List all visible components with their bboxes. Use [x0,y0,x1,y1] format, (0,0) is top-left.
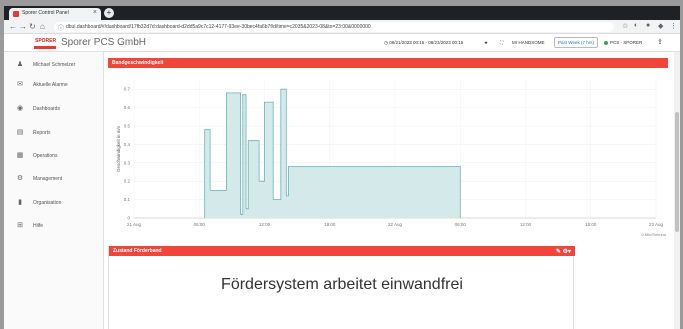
status-panel: Zustand Förderband ✎ ⚙▾ Fördersystem arb… [108,246,575,329]
y-tick-label: 0.2 [124,179,131,184]
star-icon[interactable]: ☆ [622,22,628,30]
x-tick-label: 06:00 [194,222,206,227]
menu-icon[interactable]: ⋮ [670,22,677,30]
new-tab-button[interactable]: + [104,8,114,18]
x-tick-label: 22 Aug [388,222,403,227]
y-tick-label: 0.5 [124,124,131,129]
sidebar-item-help[interactable]: ⊞ Hilfe [4,219,104,233]
status-indicator[interactable]: PCS · SPORER [604,40,642,45]
browser-tab[interactable]: Sporer Control Panel × [9,8,101,20]
speed-panel: Bandgeschwindigkeit 0 0.1 0.2 0.3 0.4 0.5 0.6 0… [108,58,668,242]
address-bar[interactable]: ⓘ dbui.dashboard/#/dashboard/17fb32d7d:d… [54,22,614,32]
y-tick-label: 0.1 [124,197,131,202]
megaphone-icon: ✉ [17,81,23,88]
speed-panel-title: Bandgeschwindigkeit [108,58,668,68]
url-text: dbui.dashboard/#/dashboard/17fb32d7d:das… [66,24,371,30]
sidebar-item-operations[interactable]: ▦ Operations [4,149,104,163]
tab-title: Sporer Control Panel [22,10,69,16]
y-axis-label: Geschwindigkeit in m/s [116,125,121,172]
palette-icon: ◉ [16,105,24,112]
sidebar-user[interactable]: ♟ Michael Schmelzer [4,58,104,72]
browser-toolbar: ← → ↻ ⌂ ⓘ dbui.dashboard/#/dashboard/17f… [4,20,680,34]
company-name: Sporer PCS GmbH [61,37,147,48]
browser-window: Sporer Control Panel × + ← → ↻ ⌂ ⓘ dbui.… [4,6,680,329]
favorite-icon[interactable]: ★ [484,40,488,46]
building-icon: ▮ [18,199,22,206]
y-tick-label: 0.7 [124,87,131,92]
x-tick-label: 23 Aug [649,222,664,227]
date-range[interactable]: ◷ 08/21/2023 00:15 - 08/23/2023 00:15 [384,40,463,46]
reload-icon[interactable]: ↻ [29,22,36,31]
sidebar-item-alarms[interactable]: ✉ Aktuelle Alarme [4,78,104,92]
fullscreen-icon[interactable]: ⛶ [500,40,503,45]
x-tick-label: 18:00 [585,222,597,227]
page-scrollbar[interactable] [674,52,680,329]
sidebar-item-reports[interactable]: ▤ Reports [4,126,104,140]
report-icon: ▤ [16,129,24,136]
info-icon[interactable]: ⓘ [58,23,64,32]
sidebar-item-management[interactable]: ⚙ Management [4,172,104,186]
sidebar-item-organisation[interactable]: ▮ Organisation [4,196,104,210]
x-tick-label: 18:00 [324,222,336,227]
user-menu[interactable]: Mr HANDSOME [512,40,545,45]
favicon-icon [13,11,19,17]
y-tick-label: 0.3 [124,160,131,165]
chart-footer-label: 0 Min/Sekund [642,232,666,237]
tab-close-icon[interactable]: × [93,9,97,16]
shield-icon[interactable]: ◆ [658,22,663,30]
user-icon: ♟ [16,61,24,68]
home-icon[interactable]: ⌂ [40,22,45,31]
back-icon[interactable]: ← [9,22,17,31]
x-tick-label: 21 Aug [127,222,142,227]
speed-chart: 0 0.1 0.2 0.3 0.4 0.5 0.6 0.7 21 Aug 06:00 12:00 18… [116,80,666,237]
extension-icon[interactable]: ◐ [634,22,638,29]
plus-box-icon: ⊞ [17,222,23,229]
sidebar: ♟ Michael Schmelzer ✉ Aktuelle Alarme ◉ … [4,52,104,329]
status-message: Fördersystem arbeitet einwandfrei [221,276,463,293]
time-range-tab[interactable]: Past Week (7 hrs) [554,37,598,48]
x-tick-label: 06:00 [455,222,467,227]
x-tick-label: 12:00 [259,222,271,227]
forward-icon[interactable]: → [19,22,27,31]
status-panel-title: Zustand Förderband ✎ ⚙▾ [109,246,575,256]
main-content: Bandgeschwindigkeit 0 0.1 0.2 0.3 0.4 0.5 0.6 0… [104,52,680,329]
x-tick-label: 12:00 [520,222,532,227]
y-tick-label: 0.6 [124,105,131,110]
app-header: SPORER Sporer PCS GmbH ◷ 08/21/2023 00:1… [4,34,680,52]
profile-icon[interactable]: ● [646,22,650,29]
y-tick-label: 0 [127,216,130,221]
scrollbar-thumb[interactable] [675,112,679,232]
gears-icon: ⚙ [16,175,24,182]
status-dot-icon [604,40,608,45]
company-logo: SPORER [34,38,56,49]
tab-strip: Sporer Control Panel × + [4,6,680,20]
settings-icon[interactable]: ⚙▾ [563,249,571,255]
sidebar-item-dashboards[interactable]: ◉ Dashboards [4,102,104,116]
operations-icon: ▦ [16,152,24,159]
upload-icon[interactable]: ⇪ [657,38,663,46]
y-tick-label: 0.4 [124,142,131,147]
edit-icon[interactable]: ✎ [556,249,561,255]
